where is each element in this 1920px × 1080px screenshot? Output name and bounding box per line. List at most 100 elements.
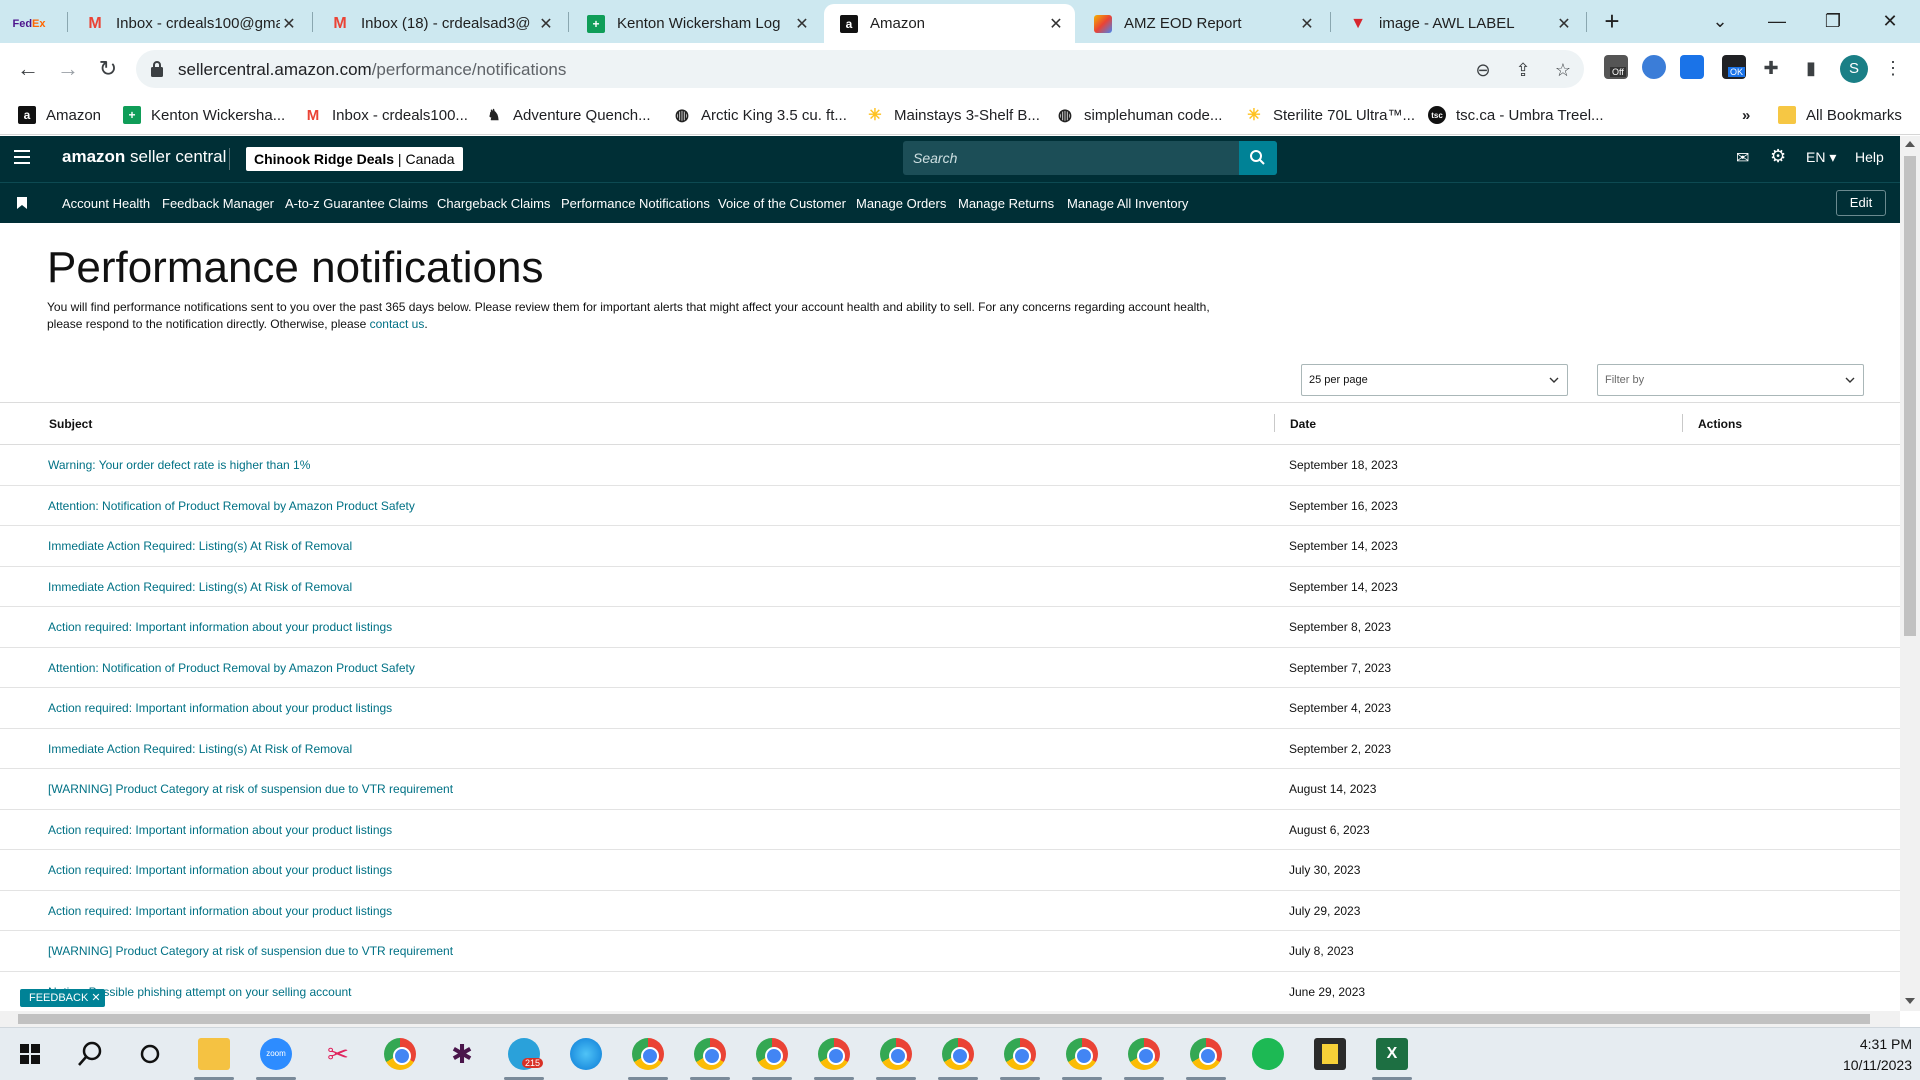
extension-ok-icon[interactable]: OK — [1722, 55, 1746, 79]
profile-avatar[interactable]: S — [1840, 55, 1868, 83]
bookmark-item[interactable]: ◍ simplehuman code... — [1056, 105, 1222, 125]
scrollbar-thumb[interactable] — [18, 1014, 1870, 1024]
per-page-select[interactable]: 25 per page — [1301, 364, 1568, 396]
system-clock[interactable]: 4:31 PM 10/11/2023 — [1826, 1034, 1912, 1076]
nav-feedback-manager[interactable]: Feedback Manager — [162, 196, 274, 211]
store-switcher[interactable]: Chinook Ridge Deals | Canada — [246, 147, 463, 171]
chrome-profile-icon[interactable] — [876, 1038, 916, 1080]
sticky-notes-icon[interactable] — [1314, 1038, 1346, 1070]
minimize-icon[interactable]: — — [1757, 6, 1797, 36]
all-bookmarks-button[interactable]: All Bookmarks — [1778, 105, 1902, 125]
mail-icon[interactable]: ✉ — [1736, 148, 1749, 168]
feedback-button[interactable]: FEEDBACK ✕ — [20, 989, 105, 1007]
notification-subject-link[interactable]: Action required: Important information a… — [48, 701, 392, 715]
tab-sheets[interactable]: + Kenton Wickersham Log ✕ — [571, 4, 821, 43]
snipping-tool-icon[interactable]: ✂ — [322, 1038, 354, 1070]
bookmark-nav-icon[interactable] — [17, 197, 27, 209]
tab-search-icon[interactable]: ⌄ — [1700, 6, 1740, 36]
extension-link-icon[interactable] — [1680, 55, 1704, 79]
column-header-subject[interactable]: Subject — [49, 417, 92, 431]
chrome-profile-icon[interactable] — [752, 1038, 792, 1080]
address-bar[interactable]: sellercentral.amazon.com/performance/not… — [136, 50, 1584, 88]
tab-eod-report[interactable]: AMZ EOD Report ✕ — [1078, 4, 1326, 43]
bookmark-item[interactable]: a Amazon — [18, 105, 101, 125]
close-icon[interactable]: ✕ — [1047, 15, 1065, 33]
seller-central-logo[interactable]: amazon seller central — [62, 147, 226, 167]
column-divider[interactable] — [1274, 414, 1275, 432]
notification-subject-link[interactable]: Action required: Important information a… — [48, 904, 392, 918]
chrome-icon[interactable] — [384, 1038, 416, 1070]
tab-gmail-2[interactable]: M Inbox (18) - crdealsad3@ ✕ — [315, 4, 565, 43]
nav-manage-all-inventory[interactable]: Manage All Inventory — [1067, 196, 1188, 211]
nav-a-to-z-claims[interactable]: A-to-z Guarantee Claims — [285, 196, 428, 211]
nav-chargeback-claims[interactable]: Chargeback Claims — [437, 196, 550, 211]
nav-voice-of-customer[interactable]: Voice of the Customer — [718, 196, 846, 211]
close-icon[interactable]: ✕ — [1298, 15, 1316, 33]
bookmark-item[interactable]: M Inbox - crdeals100... — [304, 105, 468, 125]
notification-subject-link[interactable]: Action required: Important information a… — [48, 863, 392, 877]
menu-kebab-icon[interactable]: ⋮ — [1882, 57, 1904, 79]
forward-icon[interactable]: → — [52, 53, 84, 85]
reload-icon[interactable]: ↻ — [92, 53, 124, 85]
column-divider[interactable] — [1682, 414, 1683, 432]
contact-us-link[interactable]: contact us — [370, 317, 425, 331]
notification-subject-link[interactable]: Immediate Action Required: Listing(s) At… — [48, 742, 352, 756]
close-icon[interactable]: ✕ — [793, 15, 811, 33]
search-icon[interactable] — [74, 1038, 106, 1070]
search-button[interactable] — [1239, 141, 1277, 175]
bookmark-star-icon[interactable]: ☆ — [1552, 59, 1574, 81]
zoom-icon[interactable]: zoom — [256, 1038, 296, 1080]
edge-icon[interactable] — [570, 1038, 602, 1070]
language-selector[interactable]: EN ▾ — [1806, 149, 1836, 166]
notification-subject-link[interactable]: [WARNING] Product Category at risk of su… — [48, 782, 453, 796]
bookmark-item[interactable]: + Kenton Wickersha... — [123, 105, 285, 125]
share-icon[interactable]: ⇪ — [1512, 59, 1534, 81]
chrome-profile-icon[interactable] — [690, 1038, 730, 1080]
excel-icon[interactable]: X — [1372, 1038, 1412, 1080]
chrome-profile-icon[interactable] — [938, 1038, 978, 1080]
spotify-icon[interactable] — [1252, 1038, 1284, 1070]
notification-subject-link[interactable]: [WARNING] Product Category at risk of su… — [48, 944, 453, 958]
close-window-icon[interactable]: ✕ — [1870, 6, 1910, 36]
close-icon[interactable]: ✕ — [91, 992, 100, 1004]
nav-account-health[interactable]: Account Health — [62, 196, 150, 211]
slack-icon[interactable]: ✱ — [446, 1038, 478, 1070]
filter-select[interactable]: Filter by — [1597, 364, 1864, 396]
bookmark-item[interactable]: ◍ Arctic King 3.5 cu. ft... — [673, 105, 847, 125]
tab-amazon[interactable]: a Amazon ✕ — [824, 4, 1075, 43]
notification-subject-link[interactable]: Immediate Action Required: Listing(s) At… — [48, 580, 352, 594]
file-explorer-icon[interactable] — [194, 1038, 234, 1080]
hamburger-menu-icon[interactable] — [14, 150, 30, 166]
help-link[interactable]: Help — [1855, 149, 1884, 165]
tab-fedex[interactable]: Fed Ex — [4, 4, 66, 43]
vertical-scrollbar[interactable] — [1900, 136, 1920, 1011]
notification-subject-link[interactable]: Action required: Important information a… — [48, 823, 392, 837]
notification-subject-link[interactable]: Immediate Action Required: Listing(s) At… — [48, 539, 352, 553]
bookmarks-overflow-button[interactable]: » — [1742, 105, 1750, 125]
search-input[interactable]: Search — [903, 141, 1277, 175]
column-header-date[interactable]: Date — [1290, 417, 1316, 431]
zoom-icon[interactable]: ⊖ — [1472, 59, 1494, 81]
horizontal-scrollbar[interactable] — [0, 1011, 1900, 1027]
notification-subject-link[interactable]: Action required: Important information a… — [48, 620, 392, 634]
scroll-down-icon[interactable] — [1905, 998, 1915, 1004]
chrome-profile-icon[interactable] — [1062, 1038, 1102, 1080]
chrome-profile-icon[interactable] — [1000, 1038, 1040, 1080]
chrome-profile-icon[interactable] — [814, 1038, 854, 1080]
notification-subject-link[interactable]: Attention: Notification of Product Remov… — [48, 499, 415, 513]
nav-manage-returns[interactable]: Manage Returns — [958, 196, 1054, 211]
notification-subject-link[interactable]: Warning: Your order defect rate is highe… — [48, 458, 310, 472]
bookmark-item[interactable]: ✳ Mainstays 3-Shelf B... — [866, 105, 1040, 125]
close-icon[interactable]: ✕ — [1555, 15, 1573, 33]
telegram-icon[interactable]: 215 — [504, 1038, 544, 1080]
extension-off-icon[interactable]: Off — [1604, 55, 1628, 79]
windows-start-icon[interactable] — [14, 1038, 46, 1070]
scroll-up-icon[interactable] — [1905, 141, 1915, 147]
scrollbar-thumb[interactable] — [1904, 156, 1916, 636]
extension-icon[interactable] — [1642, 55, 1666, 79]
restore-icon[interactable]: ❐ — [1813, 6, 1853, 36]
bookmark-item[interactable]: tsc tsc.ca - Umbra Treel... — [1428, 105, 1604, 125]
side-panel-icon[interactable]: ▮ — [1800, 57, 1822, 79]
chrome-profile-icon[interactable] — [1186, 1038, 1226, 1080]
nav-performance-notifications[interactable]: Performance Notifications — [561, 196, 710, 211]
